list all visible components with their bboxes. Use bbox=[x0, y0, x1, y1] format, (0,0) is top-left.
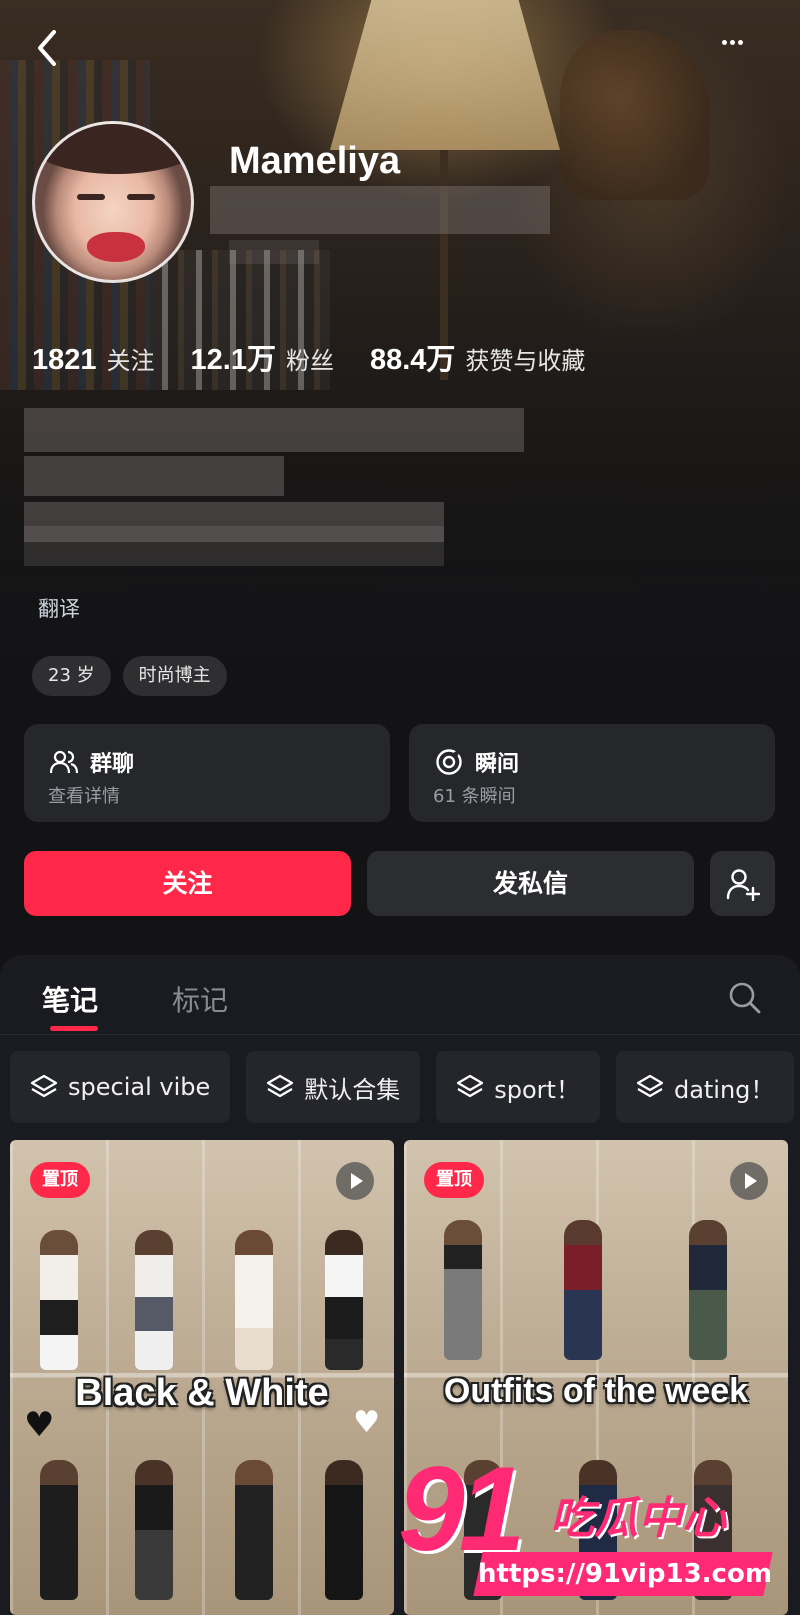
play-icon bbox=[336, 1162, 374, 1200]
more-dot-icon bbox=[730, 40, 735, 45]
moments-card[interactable]: 瞬间 61 条瞬间 bbox=[409, 724, 775, 822]
redacted-user-id bbox=[210, 186, 550, 234]
avatar-mouth bbox=[87, 232, 145, 262]
outfit-figure bbox=[235, 1230, 273, 1370]
post-caption: Black & White bbox=[75, 1372, 329, 1414]
content-tabs: 笔记 标记 bbox=[0, 955, 800, 1035]
stat-label: 粉丝 bbox=[285, 347, 334, 375]
avatar-eye bbox=[77, 194, 105, 200]
watermark-url-text: https://91vip13.com bbox=[478, 1559, 772, 1589]
layers-icon bbox=[457, 1074, 484, 1098]
back-button[interactable] bbox=[32, 28, 64, 68]
redacted-location bbox=[229, 240, 319, 264]
watermark-overlay: 91 吃瓜中心 https://91vip13.com bbox=[390, 1440, 800, 1615]
more-dot-icon bbox=[722, 40, 727, 45]
layers-icon bbox=[636, 1074, 664, 1098]
collection-label: dating！ bbox=[673, 1075, 775, 1104]
collection-label: special vibe bbox=[68, 1073, 211, 1101]
stat-label: 关注 bbox=[106, 347, 155, 375]
group-chat-title: 群聊 bbox=[50, 746, 134, 778]
collection-label: 默认合集 bbox=[304, 1075, 401, 1104]
search-icon[interactable] bbox=[728, 981, 762, 1015]
pinned-badge: 置顶 bbox=[424, 1162, 484, 1198]
layers-icon bbox=[30, 1074, 58, 1098]
watermark-url: https://91vip13.com bbox=[473, 1552, 773, 1596]
avatar[interactable] bbox=[32, 121, 194, 283]
collection-chip[interactable]: 默认合集 bbox=[246, 1051, 421, 1123]
add-user-icon bbox=[726, 869, 760, 901]
card-subtitle: 61 条瞬间 bbox=[433, 786, 516, 807]
more-options-button[interactable] bbox=[722, 30, 768, 56]
stat-value: 12.1万 bbox=[190, 344, 276, 376]
tag-occupation: 时尚博主 bbox=[122, 656, 227, 696]
collections-row: special vibe 默认合集 sport！ dating！ bbox=[10, 1051, 800, 1123]
group-chat-card[interactable]: 群聊 查看详情 bbox=[24, 724, 390, 822]
redacted-bio bbox=[24, 456, 284, 496]
outfit-figure bbox=[135, 1460, 173, 1600]
profile-tags: 23 岁 时尚博主 bbox=[32, 656, 239, 696]
pinned-badge: 置顶 bbox=[30, 1162, 90, 1198]
lamp-decoration bbox=[330, 0, 560, 150]
chevron-left-icon bbox=[38, 30, 56, 66]
group-icon bbox=[50, 750, 78, 774]
stat-following[interactable]: 1821 关注 bbox=[32, 341, 155, 377]
translate-link[interactable]: 翻译 bbox=[38, 593, 80, 623]
collection-label: sport！ bbox=[494, 1075, 580, 1104]
stat-label: 获赞与收藏 bbox=[465, 347, 586, 375]
post-card[interactable]: 置顶 ♥ ♥ Black & White bbox=[10, 1140, 394, 1615]
avatar-hair bbox=[35, 124, 191, 174]
active-tab-indicator bbox=[50, 1026, 98, 1031]
outfit-figure bbox=[135, 1230, 173, 1370]
collection-chip[interactable]: sport！ bbox=[436, 1051, 600, 1123]
tag-age: 23 岁 bbox=[32, 656, 111, 696]
stat-value: 1821 bbox=[32, 344, 97, 376]
outfit-figure bbox=[444, 1220, 482, 1360]
moments-icon bbox=[436, 749, 462, 775]
outfit-figure bbox=[325, 1230, 363, 1370]
card-title-text: 群聊 bbox=[90, 752, 135, 777]
card-title-text: 瞬间 bbox=[475, 752, 520, 777]
horse-figurine-decoration bbox=[560, 30, 710, 200]
send-message-button[interactable]: 发私信 bbox=[367, 851, 694, 916]
redacted-bio bbox=[24, 408, 524, 452]
stat-likes-saves[interactable]: 88.4万 获赞与收藏 bbox=[370, 336, 585, 378]
layers-icon bbox=[267, 1074, 294, 1098]
tab-marks[interactable]: 标记 bbox=[172, 979, 228, 1019]
profile-stats: 1821 关注 12.1万 粉丝 88.4万 获赞与收藏 bbox=[32, 336, 621, 378]
collection-chip[interactable]: dating！ bbox=[615, 1051, 795, 1123]
watermark-text: 吃瓜中心 bbox=[550, 1493, 726, 1544]
post-caption: Outfits of the week bbox=[443, 1372, 749, 1410]
outfit-figure bbox=[564, 1220, 602, 1360]
add-friend-button[interactable] bbox=[710, 851, 775, 916]
stat-followers[interactable]: 12.1万 粉丝 bbox=[191, 336, 334, 378]
username: Mameliya bbox=[229, 140, 401, 182]
play-icon bbox=[730, 1162, 768, 1200]
follow-button[interactable]: 关注 bbox=[24, 851, 351, 916]
outfit-figure bbox=[235, 1460, 273, 1600]
outfit-figure bbox=[689, 1220, 727, 1360]
outfit-figure bbox=[40, 1230, 78, 1370]
redacted-bio bbox=[24, 526, 444, 566]
outfit-figure bbox=[325, 1460, 363, 1600]
moments-title: 瞬间 bbox=[435, 746, 519, 778]
outfit-figure bbox=[40, 1460, 78, 1600]
card-subtitle: 查看详情 bbox=[48, 786, 120, 807]
avatar-eye bbox=[127, 194, 155, 200]
tab-notes[interactable]: 笔记 bbox=[42, 979, 98, 1019]
collection-chip[interactable]: special vibe bbox=[10, 1051, 231, 1123]
stat-value: 88.4万 bbox=[369, 344, 456, 376]
more-dot-icon bbox=[738, 40, 743, 45]
